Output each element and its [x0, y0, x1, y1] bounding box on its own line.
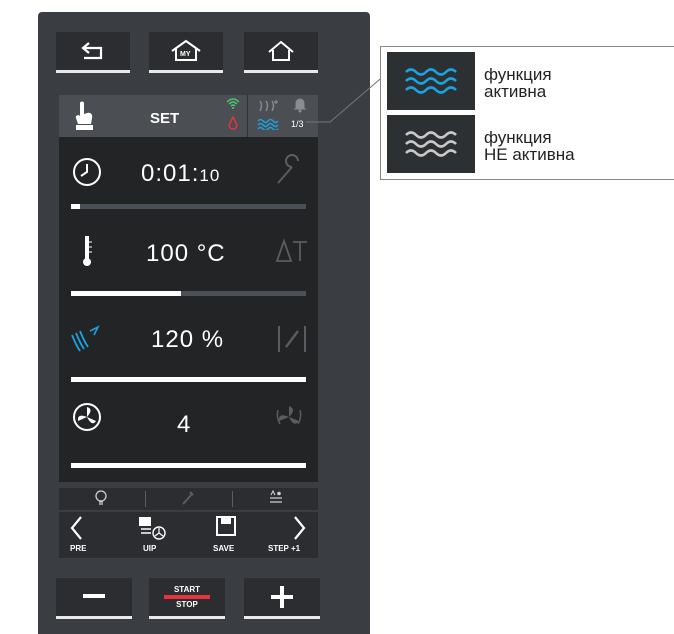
waves-inactive-icon — [405, 131, 457, 157]
my-home-button[interactable]: MY — [149, 32, 223, 73]
manual-mode-hand-icon[interactable] — [70, 100, 100, 132]
start-label: START — [173, 585, 201, 594]
fan-speed-icon[interactable] — [72, 402, 102, 432]
fan-progress-fill — [71, 463, 306, 468]
legend-inactive-line1: функция — [484, 128, 552, 147]
back-arrow-icon — [81, 42, 103, 60]
temperature-progress-fill — [71, 291, 182, 296]
time-value[interactable]: 0:01:10 — [141, 160, 220, 188]
wand-icon[interactable] — [181, 490, 195, 506]
status-divider — [247, 95, 248, 137]
legend-active-icon-box — [387, 52, 475, 110]
settings-sliders-icon[interactable] — [268, 490, 284, 506]
thermometer-icon[interactable] — [81, 234, 93, 268]
fan-progress-track[interactable] — [71, 463, 306, 468]
chevron-right-icon[interactable] — [293, 515, 307, 541]
plus-icon — [271, 586, 293, 608]
legend-active-line1: функция — [484, 65, 552, 84]
callout-line — [306, 73, 387, 123]
damper-valve-icon[interactable] — [276, 323, 308, 355]
uip-label[interactable]: UIP — [143, 544, 156, 553]
fan-value[interactable]: 4 — [177, 411, 191, 439]
legend-inactive-icon-box — [387, 115, 475, 173]
minus-icon — [83, 594, 105, 598]
time-seconds: 10 — [199, 166, 221, 185]
light-bulb-icon[interactable] — [94, 490, 108, 506]
minus-button[interactable] — [56, 578, 132, 619]
time-progress-track[interactable] — [71, 204, 306, 209]
svg-text:MY: MY — [180, 51, 191, 58]
water-drop-icon — [228, 116, 238, 130]
legend-inactive-line2: НЕ активна — [484, 145, 575, 164]
humidity-waves-active-icon — [257, 118, 279, 130]
humidity-value[interactable]: 120 % — [151, 326, 224, 354]
save-disk-icon[interactable] — [216, 516, 236, 536]
legend-active-line2: активна — [484, 82, 547, 101]
humidity-active-icon[interactable] — [70, 325, 102, 353]
time-hours-minutes: 0:01: — [141, 160, 200, 187]
fan-reverse-icon[interactable] — [274, 402, 304, 432]
timer-clock-icon[interactable] — [71, 156, 103, 188]
wifi-icon — [226, 98, 240, 109]
stop-label: STOP — [176, 600, 198, 609]
humidity-progress-fill — [71, 377, 306, 382]
start-stop-button[interactable]: START STOP — [149, 578, 225, 619]
legend-active-text: функция активна — [484, 66, 552, 100]
pre-label[interactable]: PRE — [70, 544, 86, 553]
waves-active-icon — [405, 68, 457, 94]
step-label[interactable]: STEP +1 — [268, 544, 300, 553]
my-home-icon: MY — [171, 39, 201, 61]
temperature-progress-track[interactable] — [71, 291, 306, 296]
function-bar-divider — [232, 491, 233, 507]
legend-inactive-text: функция НЕ активна — [484, 129, 575, 163]
mode-label: SET — [150, 110, 180, 127]
time-progress-fill — [71, 204, 81, 209]
home-icon — [268, 40, 294, 61]
start-stop-indicator — [164, 595, 210, 599]
temperature-value[interactable]: 100 °C — [146, 240, 226, 268]
core-probe-icon[interactable] — [274, 153, 306, 187]
humidity-progress-track[interactable] — [71, 377, 306, 382]
plus-button[interactable] — [244, 578, 320, 619]
uip-icon[interactable] — [137, 516, 167, 542]
save-label[interactable]: SAVE — [213, 544, 234, 553]
back-button[interactable] — [56, 32, 130, 73]
chevron-left-icon[interactable] — [69, 515, 83, 541]
home-button[interactable] — [244, 32, 318, 73]
steam-icon — [259, 100, 278, 112]
delta-t-icon[interactable] — [275, 237, 309, 265]
function-bar-divider — [145, 491, 146, 507]
